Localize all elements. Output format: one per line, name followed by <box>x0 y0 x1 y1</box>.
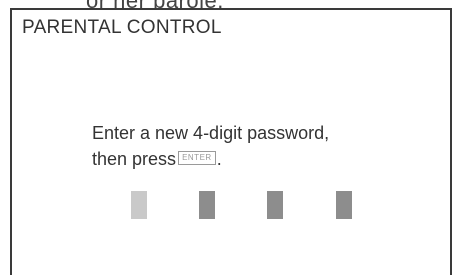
prompt-line-2-prefix: then press <box>92 149 177 169</box>
password-digit-2[interactable] <box>199 191 215 219</box>
screen-title: PARENTAL CONTROL <box>22 17 222 38</box>
clipped-text-fragment: or her parole. <box>0 0 466 8</box>
password-digit-4[interactable] <box>336 191 352 219</box>
password-digit-3[interactable] <box>267 191 283 219</box>
frame-left-edge <box>10 8 12 275</box>
enter-key-icon: ENTER <box>178 151 216 166</box>
prompt-line-2: then press ENTER. <box>92 146 329 172</box>
password-digit-1[interactable] <box>131 191 147 219</box>
password-prompt: Enter a new 4-digit password, then press… <box>92 120 329 172</box>
clipped-text: or her parole. <box>86 0 224 8</box>
frame-right-edge <box>450 8 452 275</box>
prompt-line-2-suffix: . <box>216 149 222 169</box>
prompt-line-1: Enter a new 4-digit password, <box>92 123 330 143</box>
